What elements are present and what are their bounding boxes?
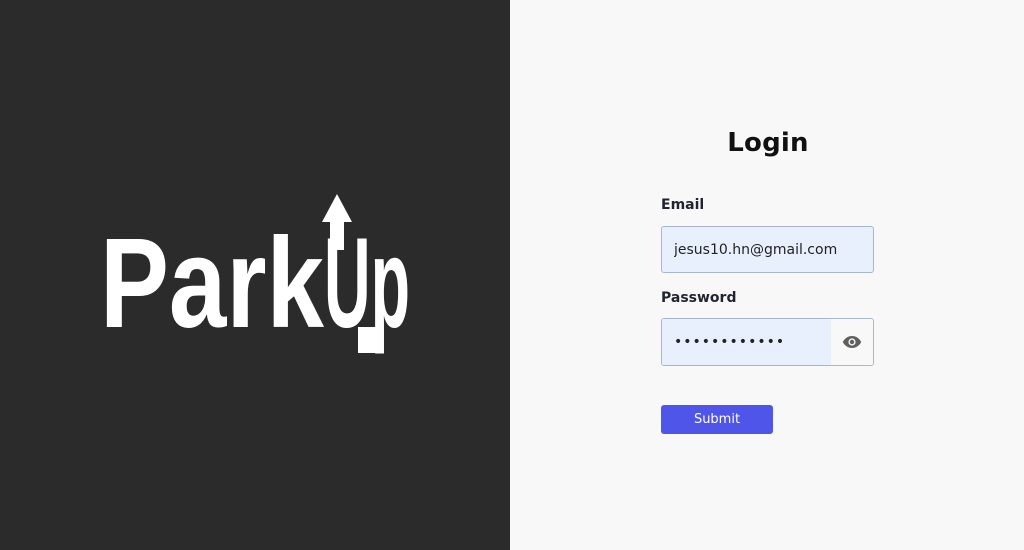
login-form-panel: Login Email Password Submit — [510, 0, 1024, 550]
email-field[interactable] — [661, 226, 874, 273]
show-password-button[interactable] — [831, 319, 873, 365]
password-field-wrapper — [661, 318, 874, 366]
page-title: Login — [727, 128, 809, 158]
parkup-logo: Park Up — [100, 194, 410, 355]
email-label: Email — [661, 197, 705, 213]
login-page: Park Up Login Email Password Submit — [0, 0, 1024, 550]
brand-panel: Park Up — [0, 0, 510, 550]
eye-icon — [842, 336, 862, 348]
submit-button[interactable]: Submit — [661, 405, 773, 434]
svg-text:Park: Park — [100, 212, 325, 355]
password-field[interactable] — [662, 319, 831, 365]
password-label: Password — [661, 290, 737, 306]
